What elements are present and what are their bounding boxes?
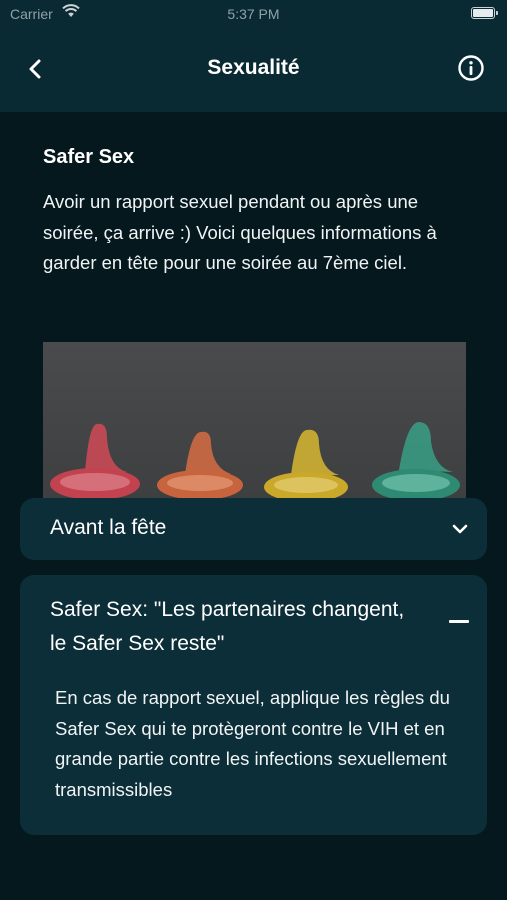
accordion-item-body: En cas de rapport sexuel, applique les r… bbox=[55, 687, 450, 800]
accordion-item-avant-la-fete[interactable]: Avant la fête bbox=[20, 498, 487, 560]
section-title: Safer Sex bbox=[43, 146, 135, 168]
minus-icon bbox=[449, 620, 469, 623]
accordion-item-safer-sex[interactable]: Safer Sex: "Les partenaires changent, le… bbox=[20, 575, 487, 835]
navigation-bar: Sexualité bbox=[0, 28, 507, 112]
page-title: Sexualité bbox=[207, 56, 300, 79]
status-bar: Carrier 5:37 PM bbox=[0, 0, 507, 28]
info-circle-icon[interactable] bbox=[457, 54, 485, 82]
section-intro-text: Avoir un rapport sexuel pendant ou après… bbox=[43, 191, 437, 273]
accordion-item-label: Avant la fête bbox=[50, 516, 167, 539]
status-time: 5:37 PM bbox=[227, 6, 280, 22]
battery-icon bbox=[471, 7, 498, 19]
chevron-down-icon bbox=[452, 524, 468, 534]
accordion-item-label: Safer Sex: "Les partenaires changent, le… bbox=[50, 598, 405, 655]
